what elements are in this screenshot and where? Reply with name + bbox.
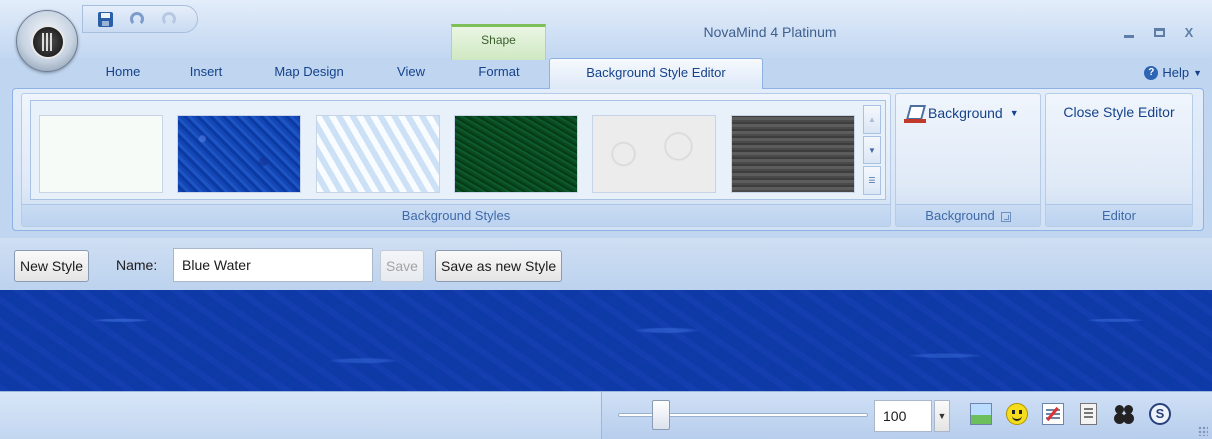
help-icon: ?	[1144, 65, 1159, 80]
save-button[interactable]: Save	[380, 250, 424, 282]
minimize-icon	[1124, 34, 1134, 38]
tab-home[interactable]: Home	[98, 58, 148, 88]
swatch-blue-water[interactable]	[177, 115, 301, 193]
gallery-scroll-controls: ▲ ▼ ☰	[863, 105, 881, 196]
maximize-icon	[1153, 27, 1165, 37]
tab-map-design[interactable]: Map Design	[256, 58, 362, 88]
background-dropdown-button[interactable]: Background ▼	[904, 102, 1019, 124]
redo-button[interactable]	[159, 10, 179, 28]
group-background-styles: ▲ ▼ ☰ Background Styles	[21, 93, 891, 227]
dialog-launcher-icon[interactable]	[1000, 211, 1011, 222]
swatch-stone[interactable]	[731, 115, 855, 193]
novamind-logo-icon	[31, 25, 65, 59]
background-button-label: Background	[928, 105, 1003, 121]
tab-view[interactable]: View	[386, 58, 436, 88]
chevron-up-icon: ▲	[868, 114, 876, 124]
tab-insert[interactable]: Insert	[178, 58, 234, 88]
group-label-background: Background	[896, 204, 1040, 226]
minimize-button[interactable]	[1114, 22, 1144, 42]
smiley-icon[interactable]	[1006, 403, 1028, 425]
chevron-down-icon: ▼	[937, 411, 947, 421]
name-label: Name:	[116, 257, 158, 273]
chevron-down-icon: ▼	[1193, 67, 1202, 78]
group-label-background-text: Background	[925, 208, 995, 223]
close-icon: X	[1184, 24, 1194, 40]
save-quick-button[interactable]	[95, 10, 115, 28]
swatch-ice[interactable]	[316, 115, 440, 193]
swatch-green[interactable]	[454, 115, 578, 193]
close-style-editor-button[interactable]: Close Style Editor	[1046, 104, 1192, 120]
s-icon[interactable]: S	[1149, 403, 1171, 425]
document-icon[interactable]	[1080, 403, 1097, 425]
expand-gallery-icon: ☰	[868, 176, 876, 186]
tab-format[interactable]: Format	[462, 58, 536, 88]
gallery-scroll-down-button[interactable]: ▼	[863, 135, 881, 165]
context-tab-group-shape: Shape	[451, 24, 546, 60]
status-bar-tools: 100 ▼ S	[601, 392, 1212, 439]
status-bar: 100 ▼ S	[0, 391, 1212, 439]
new-style-button[interactable]: New Style	[14, 250, 90, 282]
window-title: NovaMind 4 Platinum	[703, 24, 837, 40]
chevron-down-icon: ▼	[1009, 108, 1019, 118]
people-icon[interactable]	[1113, 403, 1135, 425]
group-background: Background ▼ Background	[895, 93, 1041, 227]
zoom-dropdown-button[interactable]: ▼	[934, 400, 950, 432]
map-canvas-blue-water-background[interactable]	[0, 290, 1212, 391]
help-menu[interactable]: ? Help ▼	[1144, 65, 1202, 80]
title-bar: Shape NovaMind 4 Platinum X	[0, 0, 1212, 72]
zoom-slider-thumb[interactable]	[651, 400, 670, 430]
close-button[interactable]: X	[1174, 22, 1204, 42]
ribbon-panel: ▲ ▼ ☰ Background Styles Background ▼ Bac…	[12, 88, 1204, 231]
style-editor-toolbar: New Style Name: Save Save as new Style	[0, 238, 1212, 290]
notes-icon[interactable]	[1042, 403, 1064, 425]
swatch-white[interactable]	[39, 115, 163, 193]
status-tray-icons: S	[970, 403, 1171, 425]
style-name-input[interactable]	[173, 248, 373, 282]
chevron-down-icon: ▼	[868, 145, 876, 155]
save-as-new-style-button[interactable]: Save as new Style	[435, 250, 563, 282]
maximize-button[interactable]	[1144, 22, 1174, 42]
help-label: Help	[1162, 65, 1190, 80]
undo-button[interactable]	[127, 10, 147, 28]
save-icon	[97, 11, 113, 27]
gallery-expand-button[interactable]: ☰	[863, 166, 881, 196]
ribbon-tab-row: Home Insert Map Design View Format Backg…	[0, 58, 1212, 89]
image-icon[interactable]	[970, 403, 992, 425]
application-menu-button[interactable]	[16, 10, 78, 72]
tab-background-style-editor[interactable]: Background Style Editor	[549, 58, 763, 89]
gallery-scroll-up-button[interactable]: ▲	[863, 105, 881, 134]
zoom-level-input[interactable]: 100	[874, 400, 932, 432]
redo-icon	[162, 12, 176, 26]
group-label-editor: Editor	[1046, 204, 1192, 226]
quick-access-toolbar	[82, 5, 198, 33]
background-styles-gallery: ▲ ▼ ☰	[30, 100, 886, 200]
swatch-paper-swirl[interactable]	[592, 115, 716, 193]
group-editor: Close Style Editor Editor	[1045, 93, 1193, 227]
group-label-background-styles: Background Styles	[22, 204, 890, 226]
undo-icon	[130, 12, 144, 26]
resize-grip-icon[interactable]	[1198, 426, 1208, 436]
paint-bucket-icon	[904, 103, 926, 123]
window-controls: X	[1114, 22, 1204, 42]
